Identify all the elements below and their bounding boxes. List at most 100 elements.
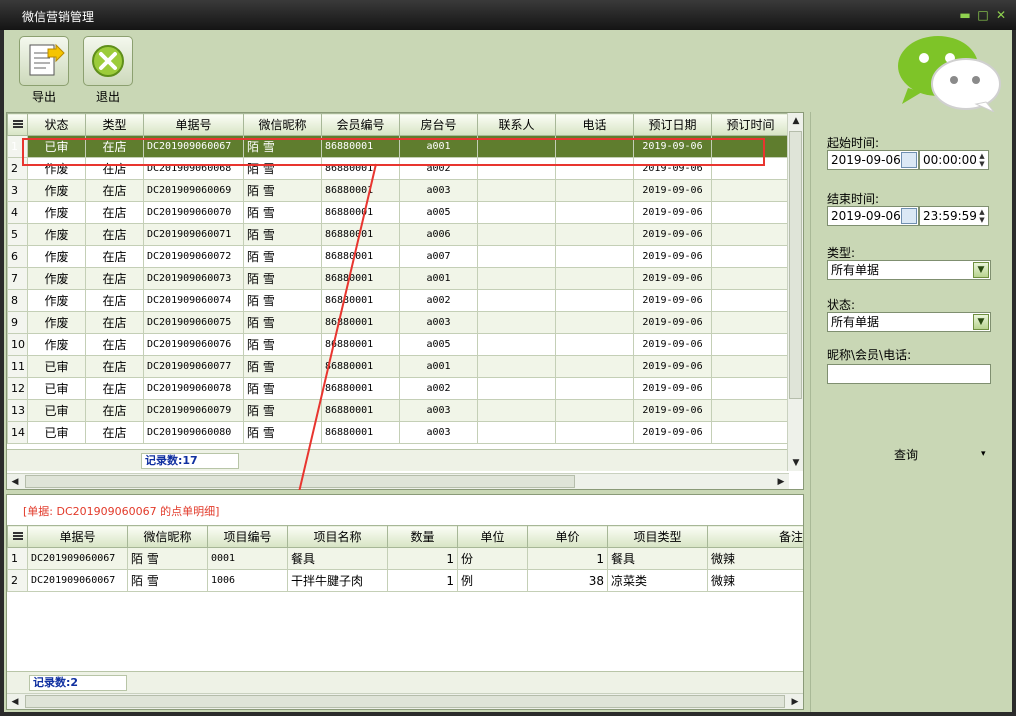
col-header-phone[interactable]: 电话 xyxy=(555,113,634,136)
detail-col-quantity[interactable]: 数量 xyxy=(387,525,458,548)
col-header-room-no[interactable]: 房台号 xyxy=(399,113,478,136)
start-time-field[interactable]: 00:00:00 ▲ ▼ xyxy=(919,150,989,170)
table-row[interactable]: 4 作废 在店 DC201909060070 陌 雪 86880001 a005 2019-0… xyxy=(7,201,790,224)
query-dropdown-icon[interactable]: ▾ xyxy=(981,449,986,459)
scroll-up-icon[interactable]: ▲ xyxy=(788,113,803,129)
row-number[interactable]: 4 xyxy=(7,201,28,224)
row-number[interactable]: 5 xyxy=(7,223,28,246)
scroll-right-icon[interactable]: ▶ xyxy=(773,474,789,489)
table-row[interactable]: 3 作废 在店 DC201909060069 陌 雪 86880001 a003 2019-0… xyxy=(7,179,790,202)
cell-room-no: a003 xyxy=(399,311,478,334)
cell-room-no: a005 xyxy=(399,333,478,356)
cell-booking-time xyxy=(711,289,790,312)
cell-type: 在店 xyxy=(85,355,144,378)
detail-col-nickname[interactable]: 微信昵称 xyxy=(127,525,208,548)
col-header-type[interactable]: 类型 xyxy=(85,113,144,136)
table-row[interactable]: 2 DC201909060067 陌 雪 1006 干拌牛腱子肉 1 例 38 凉菜类 微辣 xyxy=(7,569,803,592)
table-row[interactable]: 7 作废 在店 DC201909060073 陌 雪 86880001 a001 2019-0… xyxy=(7,267,790,290)
end-date-field[interactable]: 2019-09-06 xyxy=(827,206,919,226)
end-time-field[interactable]: 23:59:59 ▲ ▼ xyxy=(919,206,989,226)
detail-scroll-right-icon[interactable]: ▶ xyxy=(787,694,803,709)
orders-vscroll-thumb[interactable] xyxy=(789,131,802,399)
minimize-button[interactable]: ▬ xyxy=(958,8,972,22)
cell-contact xyxy=(477,289,556,312)
cell-bill-no: DC201909060067 xyxy=(27,569,128,592)
table-row[interactable]: 12 已审 在店 DC201909060078 陌 雪 86880001 a002 2019-… xyxy=(7,377,790,400)
row-number[interactable]: 8 xyxy=(7,289,28,312)
table-row[interactable]: 9 作废 在店 DC201909060075 陌 雪 86880001 a003 2019-0… xyxy=(7,311,790,334)
cell-note: 微辣 xyxy=(707,569,803,592)
orders-horizontal-scrollbar[interactable]: ◀ ▶ xyxy=(7,473,789,489)
spinner-icon[interactable]: ▲ ▼ xyxy=(977,208,987,224)
row-number[interactable]: 14 xyxy=(7,421,28,444)
grid-menu-icon[interactable] xyxy=(7,113,28,136)
detail-col-note[interactable]: 备注 xyxy=(707,525,803,548)
table-row[interactable]: 1 DC201909060067 陌 雪 0001 餐具 1 份 1 餐具 微辣 xyxy=(7,547,803,570)
row-number[interactable]: 6 xyxy=(7,245,28,268)
detail-col-bill-no[interactable]: 单据号 xyxy=(27,525,128,548)
calendar-icon[interactable] xyxy=(901,152,917,168)
row-number[interactable]: 10 xyxy=(7,333,28,356)
table-row[interactable]: 13 已审 在店 DC201909060079 陌 雪 86880001 a003 2019-… xyxy=(7,399,790,422)
table-row[interactable]: 5 作废 在店 DC201909060071 陌 雪 86880001 a006 2019-0… xyxy=(7,223,790,246)
search-input[interactable] xyxy=(827,364,991,384)
table-row[interactable]: 11 已审 在店 DC201909060077 陌 雪 86880001 a001 2019-… xyxy=(7,355,790,378)
orders-hscroll-thumb[interactable] xyxy=(25,475,575,488)
detail-horizontal-scrollbar[interactable]: ◀ ▶ xyxy=(7,693,803,709)
scroll-left-icon[interactable]: ◀ xyxy=(7,474,23,489)
table-row[interactable]: 6 作废 在店 DC201909060072 陌 雪 86880001 a007 2019-0… xyxy=(7,245,790,268)
row-number[interactable]: 12 xyxy=(7,377,28,400)
detail-hscroll-thumb[interactable] xyxy=(25,695,785,708)
close-button[interactable]: ✕ xyxy=(994,8,1008,22)
row-number[interactable]: 11 xyxy=(7,355,28,378)
col-header-booking-time[interactable]: 预订时间 xyxy=(711,113,790,136)
cell-type: 在店 xyxy=(85,245,144,268)
status-select[interactable]: 所有单据 ▼ xyxy=(827,312,991,332)
cell-status: 作废 xyxy=(27,311,86,334)
cell-type: 在店 xyxy=(85,311,144,334)
chevron-down-icon[interactable]: ▼ xyxy=(973,262,989,278)
table-row[interactable]: 10 作废 在店 DC201909060076 陌 雪 86880001 a005 2019-… xyxy=(7,333,790,356)
cell-phone xyxy=(555,201,634,224)
table-row[interactable]: 8 作废 在店 DC201909060074 陌 雪 86880001 a002 2019-0… xyxy=(7,289,790,312)
cell-booking-date: 2019-09-06 xyxy=(633,179,712,202)
row-number[interactable]: 13 xyxy=(7,399,28,422)
scroll-down-icon[interactable]: ▼ xyxy=(788,455,803,471)
export-button[interactable]: 导出 xyxy=(18,36,70,104)
col-header-status[interactable]: 状态 xyxy=(27,113,86,136)
detail-footer: 记录数:2 xyxy=(7,671,803,693)
col-header-booking-date[interactable]: 预订日期 xyxy=(633,113,712,136)
cell-booking-time xyxy=(711,377,790,400)
detail-col-item-name[interactable]: 项目名称 xyxy=(287,525,388,548)
col-header-member-no[interactable]: 会员编号 xyxy=(321,113,400,136)
detail-col-price[interactable]: 单价 xyxy=(527,525,608,548)
row-number[interactable]: 9 xyxy=(7,311,28,334)
detail-col-item-code[interactable]: 项目编号 xyxy=(207,525,288,548)
maximize-button[interactable]: □ xyxy=(976,8,990,22)
detail-grid: 单据号 微信昵称 项目编号 项目名称 数量 单位 单价 项目类型 备注 1 DC2… xyxy=(7,525,803,675)
col-header-bill-no[interactable]: 单据号 xyxy=(143,113,244,136)
spinner-icon[interactable]: ▲ ▼ xyxy=(977,152,987,168)
exit-button[interactable]: 退出 xyxy=(82,36,134,104)
col-header-nickname[interactable]: 微信昵称 xyxy=(243,113,322,136)
table-row[interactable]: 14 已审 在店 DC201909060080 陌 雪 86880001 a003 2019-… xyxy=(7,421,790,444)
row-number[interactable]: 2 xyxy=(7,569,28,592)
cell-phone xyxy=(555,377,634,400)
cell-note: 微辣 xyxy=(707,547,803,570)
chevron-down-icon[interactable]: ▼ xyxy=(973,314,989,330)
detail-col-unit[interactable]: 单位 xyxy=(457,525,528,548)
calendar-icon[interactable] xyxy=(901,208,917,224)
start-date-field[interactable]: 2019-09-06 xyxy=(827,150,919,170)
cell-booking-date: 2019-09-06 xyxy=(633,421,712,444)
detail-grid-menu-icon[interactable] xyxy=(7,525,28,548)
col-header-contact[interactable]: 联系人 xyxy=(477,113,556,136)
row-number[interactable]: 7 xyxy=(7,267,28,290)
detail-scroll-left-icon[interactable]: ◀ xyxy=(7,694,23,709)
type-select[interactable]: 所有单据 ▼ xyxy=(827,260,991,280)
detail-col-item-type[interactable]: 项目类型 xyxy=(607,525,708,548)
cell-booking-time xyxy=(711,245,790,268)
row-number[interactable]: 1 xyxy=(7,547,28,570)
orders-vertical-scrollbar[interactable]: ▲ ▼ xyxy=(787,113,803,471)
query-button[interactable]: 查询 xyxy=(871,444,941,466)
row-number[interactable]: 3 xyxy=(7,179,28,202)
